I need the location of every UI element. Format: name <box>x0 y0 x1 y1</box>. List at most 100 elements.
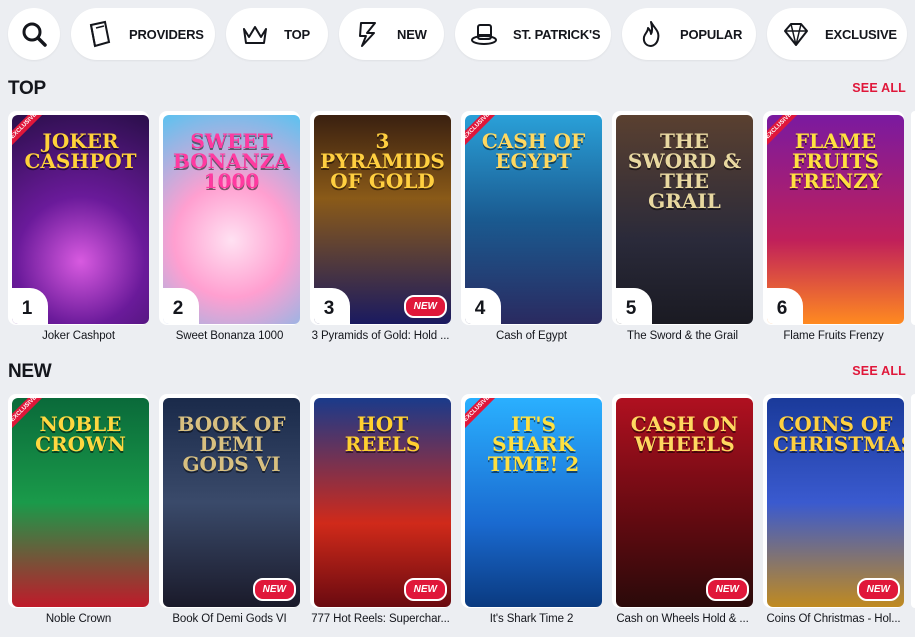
game-thumbnail[interactable]: FLAME FRUITS FRENZY EXCLUSIVE 6 <box>767 115 904 324</box>
next-card-peek[interactable] <box>911 394 915 608</box>
game-thumbnail-title: FLAME FRUITS FRENZY <box>788 129 883 193</box>
rank-badge: 5 <box>616 288 652 324</box>
game-thumbnail-title: BOOK OF DEMI GODS VI <box>177 412 286 476</box>
game-thumbnail-title: 3 PYRAMIDS OF GOLD <box>320 129 445 193</box>
game-thumbnail-title: SWEET BONANZA 1000 <box>173 129 290 193</box>
category-label: NEW <box>397 26 427 42</box>
category-popular[interactable]: POPULAR <box>622 8 756 60</box>
game-card[interactable]: JOKER CASHPOT EXCLUSIVE 1 Joker Cashpot <box>8 111 149 342</box>
game-card-frame: 3 PYRAMIDS OF GOLD 3 NEW <box>310 111 451 325</box>
new-badge: NEW <box>403 578 447 601</box>
game-card-frame: IT'S SHARK TIME! 2 EXCLUSIVE <box>461 394 602 608</box>
game-thumbnail-title: THE SWORD & THE GRAIL <box>627 129 742 213</box>
new-badge: NEW <box>403 295 447 318</box>
see-all-new-link[interactable]: SEE ALL <box>852 364 906 378</box>
game-card[interactable]: FLAME FRUITS FRENZY EXCLUSIVE 6 Flame Fruit… <box>763 111 904 342</box>
game-name[interactable]: The Sword & the Grail <box>608 330 757 342</box>
see-all-top-link[interactable]: SEE ALL <box>852 81 906 95</box>
game-thumbnail[interactable]: HOT REELS NEW <box>314 398 451 607</box>
game-thumbnail-title: CASH ON WHEELS <box>630 412 739 456</box>
game-card-frame: SWEET BONANZA 1000 2 <box>159 111 300 325</box>
category-label: POPULAR <box>680 26 743 42</box>
rank-badge: 2 <box>163 288 199 324</box>
leprechaun-hat-icon <box>469 18 499 50</box>
game-name[interactable]: Book Of Demi Gods VI <box>155 613 304 625</box>
game-card-frame: COINS OF CHRISTMAS NEW <box>763 394 904 608</box>
game-thumbnail[interactable]: COINS OF CHRISTMAS NEW <box>767 398 904 607</box>
category-label: EXCLUSIVE <box>825 26 897 42</box>
game-row-new: NOBLE CROWN EXCLUSIVE Noble Crown BOOK OF D… <box>8 394 904 625</box>
game-name[interactable]: Noble Crown <box>4 613 153 625</box>
game-thumbnail-title: CASH OF EGYPT <box>481 129 586 173</box>
rank-badge: 4 <box>465 288 501 324</box>
category-label: TOP <box>284 26 310 42</box>
game-row-top: JOKER CASHPOT EXCLUSIVE 1 Joker Cashpot SWEE… <box>8 111 904 342</box>
game-thumbnail[interactable]: THE SWORD & THE GRAIL 5 <box>616 115 753 324</box>
rank-badge: 3 <box>314 288 350 324</box>
category-label: ST. PATRICK'S <box>513 26 601 42</box>
game-card-frame: BOOK OF DEMI GODS VI NEW <box>159 394 300 608</box>
rank-badge: 1 <box>12 288 48 324</box>
diamond-icon <box>781 18 811 50</box>
game-thumbnail-title: IT'S SHARK TIME! 2 <box>487 412 580 476</box>
game-name[interactable]: Joker Cashpot <box>4 330 153 342</box>
category-st-patricks[interactable]: ST. PATRICK'S <box>455 8 611 60</box>
game-thumbnail[interactable]: NOBLE CROWN EXCLUSIVE <box>12 398 149 607</box>
game-card-frame: JOKER CASHPOT EXCLUSIVE 1 <box>8 111 149 325</box>
flame-icon <box>636 18 666 50</box>
new-badge: NEW <box>252 578 296 601</box>
search-button[interactable] <box>8 8 60 60</box>
lightning-icon <box>353 18 383 50</box>
game-name[interactable]: 3 Pyramids of Gold: Hold ... <box>306 330 455 342</box>
game-card-frame: FLAME FRUITS FRENZY EXCLUSIVE 6 <box>763 111 904 325</box>
game-card[interactable]: 3 PYRAMIDS OF GOLD 3 NEW 3 Pyramids of Gold… <box>310 111 451 342</box>
crown-icon <box>240 18 270 50</box>
new-badge: NEW <box>856 578 900 601</box>
game-name[interactable]: Coins Of Christmas - Hol... <box>759 613 908 625</box>
category-bar: PROVIDERS TOP NEW ST. PATRICK'S POPULAR … <box>8 8 907 60</box>
game-name[interactable]: Cash on Wheels Hold & ... <box>608 613 757 625</box>
search-icon <box>22 22 47 47</box>
game-card[interactable]: THE SWORD & THE GRAIL 5 The Sword & the Gr… <box>612 111 753 342</box>
game-card-frame: THE SWORD & THE GRAIL 5 <box>612 111 753 325</box>
game-thumbnail[interactable]: 3 PYRAMIDS OF GOLD 3 NEW <box>314 115 451 324</box>
game-name[interactable]: 777 Hot Reels: Superchar... <box>306 613 455 625</box>
game-thumbnail[interactable]: IT'S SHARK TIME! 2 EXCLUSIVE <box>465 398 602 607</box>
game-card-frame: HOT REELS NEW <box>310 394 451 608</box>
game-card[interactable]: CASH ON WHEELS NEW Cash on Wheels Hold & .… <box>612 394 753 625</box>
game-card[interactable]: NOBLE CROWN EXCLUSIVE Noble Crown <box>8 394 149 625</box>
next-card-peek[interactable] <box>911 111 915 325</box>
game-name[interactable]: Flame Fruits Frenzy <box>759 330 908 342</box>
game-card[interactable]: IT'S SHARK TIME! 2 EXCLUSIVE It's Shark Ti… <box>461 394 602 625</box>
category-new[interactable]: NEW <box>339 8 444 60</box>
game-thumbnail[interactable]: SWEET BONANZA 1000 2 <box>163 115 300 324</box>
game-card-frame: NOBLE CROWN EXCLUSIVE <box>8 394 149 608</box>
game-thumbnail-title: COINS OF CHRISTMAS <box>773 412 904 456</box>
category-label: PROVIDERS <box>129 26 204 42</box>
new-badge: NEW <box>705 578 749 601</box>
game-card[interactable]: SWEET BONANZA 1000 2 Sweet Bonanza 1000 <box>159 111 300 342</box>
game-name[interactable]: Sweet Bonanza 1000 <box>155 330 304 342</box>
rank-badge: 6 <box>767 288 803 324</box>
game-thumbnail[interactable]: CASH OF EGYPT EXCLUSIVE 4 <box>465 115 602 324</box>
game-card[interactable]: CASH OF EGYPT EXCLUSIVE 4 Cash of Egypt <box>461 111 602 342</box>
game-thumbnail[interactable]: BOOK OF DEMI GODS VI NEW <box>163 398 300 607</box>
game-name[interactable]: Cash of Egypt <box>457 330 606 342</box>
category-exclusive[interactable]: EXCLUSIVE <box>767 8 907 60</box>
category-top[interactable]: TOP <box>226 8 328 60</box>
game-thumbnail-title: JOKER CASHPOT <box>24 129 137 173</box>
section-title-new: NEW <box>8 361 52 382</box>
category-providers[interactable]: PROVIDERS <box>71 8 215 60</box>
game-thumbnail-title: NOBLE CROWN <box>35 412 126 456</box>
game-card-frame: CASH OF EGYPT EXCLUSIVE 4 <box>461 111 602 325</box>
game-card-frame: CASH ON WHEELS NEW <box>612 394 753 608</box>
game-thumbnail-title: HOT REELS <box>344 412 421 456</box>
game-card[interactable]: COINS OF CHRISTMAS NEW Coins Of Christmas … <box>763 394 904 625</box>
game-thumbnail[interactable]: CASH ON WHEELS NEW <box>616 398 753 607</box>
game-thumbnail[interactable]: JOKER CASHPOT EXCLUSIVE 1 <box>12 115 149 324</box>
game-card[interactable]: HOT REELS NEW 777 Hot Reels: Superchar... <box>310 394 451 625</box>
game-card[interactable]: BOOK OF DEMI GODS VI NEW Book Of Demi Gods… <box>159 394 300 625</box>
book-icon <box>85 18 115 50</box>
game-name[interactable]: It's Shark Time 2 <box>457 613 606 625</box>
section-title-top: TOP <box>8 78 46 99</box>
